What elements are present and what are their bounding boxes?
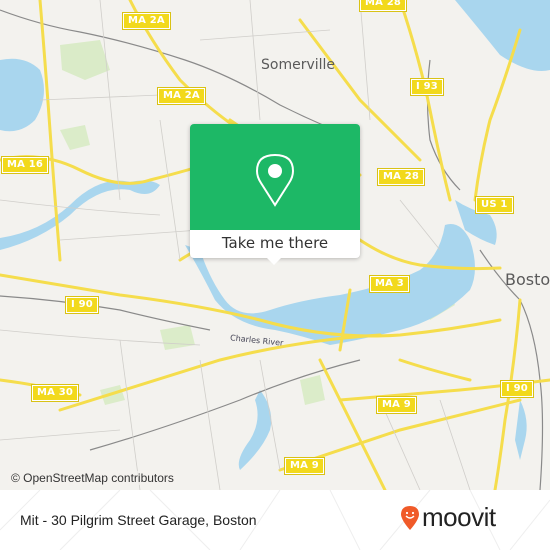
place-label-boston: Bosto	[505, 270, 550, 289]
map-attribution[interactable]: © OpenStreetMap contributors	[8, 471, 177, 485]
moovit-wordmark: moovit	[422, 502, 496, 532]
road-shield-i90: I 90	[500, 380, 534, 398]
road-shield-ma16: MA 16	[0, 156, 50, 174]
map[interactable]: Somerville Bosto Charles River MA 2A MA …	[0, 0, 550, 490]
footer: Mit - 30 Pilgrim Street Garage, Boston m…	[0, 490, 550, 550]
road-shield-i93: I 93	[410, 78, 444, 96]
road-shield-ma9: MA 9	[376, 396, 417, 414]
road-shield-ma2a: MA 2A	[157, 87, 206, 105]
moovit-logo[interactable]: moovit	[400, 502, 496, 533]
road-shield-ma9: MA 9	[284, 457, 325, 475]
road-shield-ma30: MA 30	[30, 384, 80, 402]
take-me-there-button[interactable]: Take me there	[190, 230, 360, 258]
road-shield-ma3: MA 3	[369, 275, 410, 293]
place-name: Mit - 30 Pilgrim Street Garage, Boston	[20, 512, 257, 528]
map-pin-icon	[256, 153, 294, 207]
road-shield-us1: US 1	[475, 196, 514, 214]
road-shield-i90: I 90	[65, 296, 99, 314]
road-shield-ma28: MA 28	[358, 0, 408, 12]
popup-tail	[267, 258, 281, 265]
popup-header	[190, 124, 360, 230]
road-shield-ma2a: MA 2A	[122, 12, 171, 30]
road-shield-ma28: MA 28	[376, 168, 426, 186]
place-label-somerville: Somerville	[261, 57, 336, 73]
destination-popup[interactable]: Take me there	[190, 124, 360, 265]
moovit-pin-icon	[401, 505, 419, 530]
